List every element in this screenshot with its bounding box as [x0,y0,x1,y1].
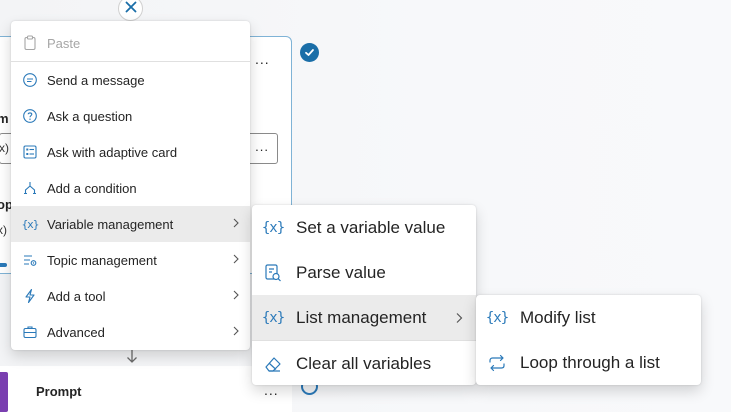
branch-icon [21,179,39,197]
menu-item-label: Add a tool [47,288,106,304]
menu-item-add-condition[interactable]: Add a condition [11,170,250,206]
menu-item-topic-management[interactable]: Topic management [11,242,250,278]
briefcase-icon [21,323,39,341]
variable-icon: {x} [261,219,285,236]
menu-item-label: Parse value [296,262,386,282]
menu-item-label: Clear all variables [296,353,432,373]
menu-item-label: Set a variable value [296,217,446,237]
menu-item-label: Ask with adaptive card [47,144,178,160]
menu-item-label: List management [296,307,427,327]
menu-item-clear-variables[interactable]: Clear all variables [252,341,476,386]
paste-icon [21,34,39,52]
prompt-node-icon [0,372,8,412]
prompt-node-title: Prompt [36,384,82,399]
card-label-fragment: m [0,111,9,126]
variable-management-submenu: {x} Set a variable value Parse value {x}… [252,205,476,385]
menu-item-list-management[interactable]: {x} List management [252,295,476,340]
field-more-button[interactable]: ... [255,139,269,154]
prompt-node-card[interactable]: Prompt ... [0,366,292,412]
loop-icon [486,352,508,374]
menu-item-label: Modify list [520,307,596,327]
menu-item-ask-question[interactable]: Ask a question [11,98,250,134]
card-more-button[interactable]: ... [255,51,270,67]
chevron-right-icon [230,325,242,337]
card-progress-indicator [0,263,7,267]
variable-icon: {x} [485,309,509,326]
menu-item-paste[interactable]: Paste [11,25,250,61]
variable-chip-2: x) [0,223,7,237]
menu-item-advanced[interactable]: Advanced [11,314,250,350]
menu-item-parse-value[interactable]: Parse value [252,250,476,295]
menu-item-adaptive-card[interactable]: Ask with adaptive card [11,134,250,170]
chevron-right-icon [230,217,242,229]
menu-item-label: Ask a question [47,108,133,124]
list-management-submenu: {x} Modify list Loop through a list [476,295,701,385]
close-icon [125,0,137,18]
menu-item-modify-list[interactable]: {x} Modify list [476,295,701,340]
connector-arrow-icon [126,348,138,367]
variable-chip: x) [0,141,9,155]
menu-item-label: Variable management [47,216,174,232]
menu-item-label: Advanced [47,324,105,340]
topic-icon [21,251,39,269]
parse-icon [262,262,284,284]
menu-item-label: Loop through a list [520,352,660,372]
chevron-right-icon [230,253,242,265]
variable-icon: {x} [21,217,40,231]
menu-item-label: Topic management [47,252,157,268]
menu-item-set-variable[interactable]: {x} Set a variable value [252,205,476,250]
eraser-icon [262,353,284,375]
variable-icon: {x} [261,309,285,326]
question-icon [21,107,39,125]
menu-item-label: Send a message [47,72,145,88]
adaptive-card-icon [21,143,39,161]
add-node-menu: Paste Send a message Ask a question Ask … [11,21,250,350]
chevron-right-icon [230,289,242,301]
menu-item-add-tool[interactable]: Add a tool [11,278,250,314]
tool-icon [21,287,39,305]
menu-item-loop-list[interactable]: Loop through a list [476,340,701,385]
menu-item-variable-management[interactable]: {x} Variable management [11,206,250,242]
chevron-right-icon [452,310,466,324]
menu-item-label: Add a condition [47,180,137,196]
menu-item-send-message[interactable]: Send a message [11,62,250,98]
chat-icon [21,71,39,89]
check-icon [300,43,319,62]
menu-item-label: Paste [47,35,81,51]
